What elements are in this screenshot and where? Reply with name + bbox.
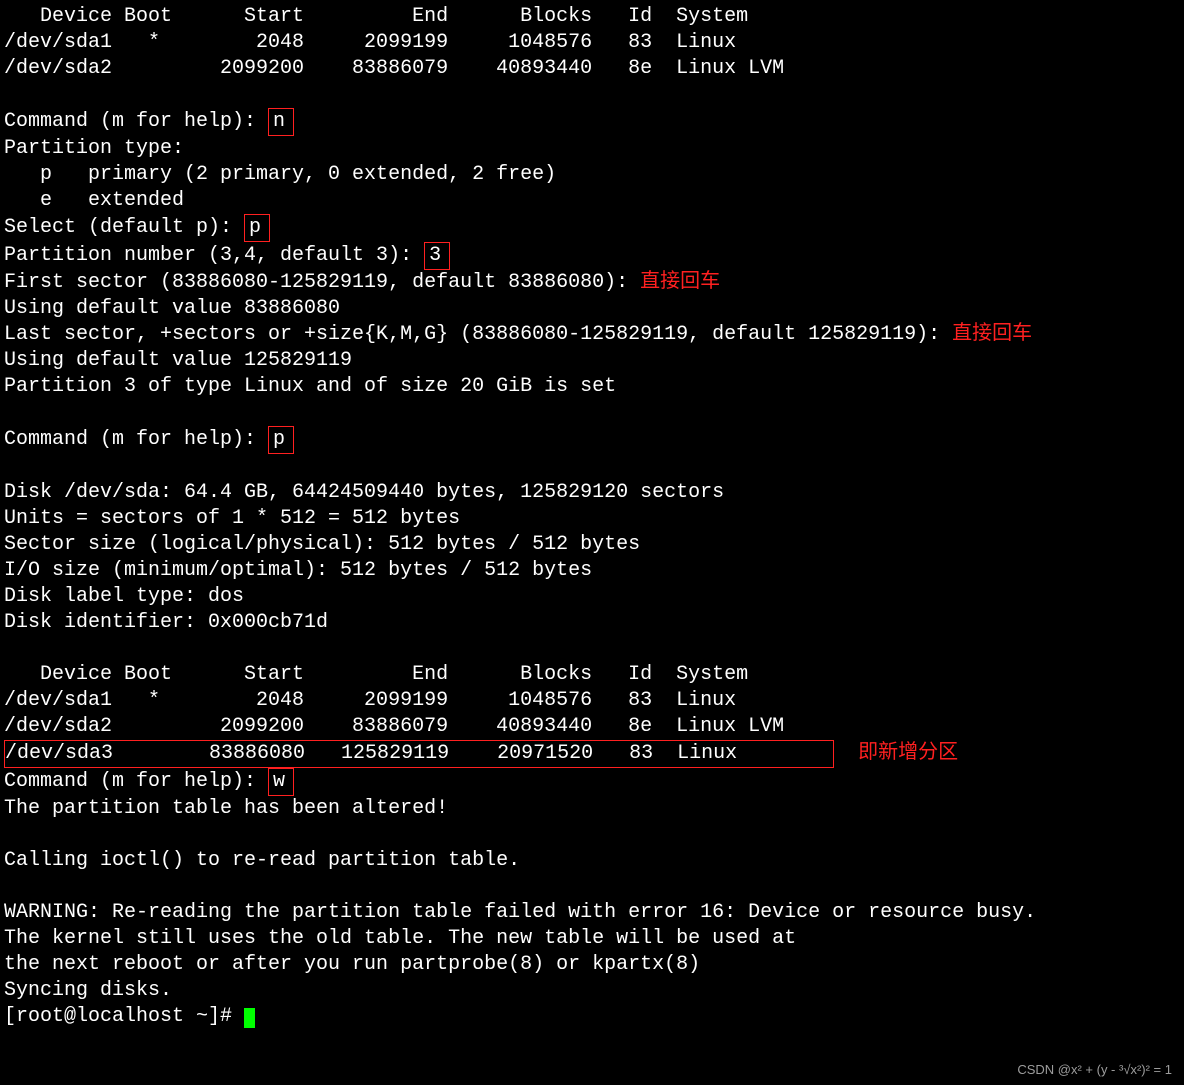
terminal-output[interactable]: Device Boot Start End Blocks Id System /… [0,0,1184,1034]
disk-info: I/O size (minimum/optimal): 512 bytes / … [4,559,592,582]
warning-line: Syncing disks. [4,979,172,1002]
altered-message: The partition table has been altered! [4,797,448,820]
using-default: Using default value 125829119 [4,349,352,372]
new-partition-row-highlight: /dev/sda3 83886080 125829119 20971520 83… [4,740,834,768]
annotation-enter: 直接回车 [952,323,1032,346]
partition-table-row: /dev/sda2 2099200 83886079 40893440 8e L… [4,57,784,80]
warning-line: The kernel still uses the old table. The… [4,927,796,950]
partition-table-row: /dev/sda3 83886080 125829119 20971520 83… [5,742,833,765]
disk-info: Units = sectors of 1 * 512 = 512 bytes [4,507,460,530]
first-sector-prompt: First sector (83886080-125829119, defaul… [4,271,640,294]
partition-type-header: Partition type: [4,137,184,160]
warning-line: the next reboot or after you run partpro… [4,953,700,976]
partition-number-prompt: Partition number (3,4, default 3): [4,244,424,267]
ioctl-message: Calling ioctl() to re-read partition tab… [4,849,520,872]
warning-line: WARNING: Re-reading the partition table … [4,901,1036,924]
shell-prompt[interactable]: [root@localhost ~]# [4,1005,244,1028]
partition-table-header: Device Boot Start End Blocks Id System [4,5,748,28]
user-input-n: n [268,108,294,136]
partition-set: Partition 3 of type Linux and of size 20… [4,375,616,398]
disk-info: Disk label type: dos [4,585,244,608]
disk-info: Sector size (logical/physical): 512 byte… [4,533,640,556]
partition-type-option: e extended [4,189,184,212]
partition-table-header: Device Boot Start End Blocks Id System [4,663,748,686]
disk-info: Disk /dev/sda: 64.4 GB, 64424509440 byte… [4,481,724,504]
user-input-3: 3 [424,242,450,270]
partition-table-row: /dev/sda1 * 2048 2099199 1048576 83 Linu… [4,689,736,712]
user-input-p: p [244,214,270,242]
annotation-new-partition: 即新增分区 [858,742,958,765]
fdisk-prompt: Command (m for help): [4,770,268,793]
partition-type-option: p primary (2 primary, 0 extended, 2 free… [4,163,556,186]
user-input-p: p [268,426,294,454]
fdisk-prompt: Command (m for help): [4,428,268,451]
disk-info: Disk identifier: 0x000cb71d [4,611,328,634]
watermark: CSDN @x² + (y - ³√x²)² = 1 [1017,1062,1172,1077]
select-prompt: Select (default p): [4,216,244,239]
fdisk-prompt: Command (m for help): [4,110,268,133]
annotation-enter: 直接回车 [640,271,720,294]
user-input-w: w [268,768,294,796]
cursor-block [244,1008,255,1028]
using-default: Using default value 83886080 [4,297,340,320]
last-sector-prompt: Last sector, +sectors or +size{K,M,G} (8… [4,323,952,346]
partition-table-row: /dev/sda1 * 2048 2099199 1048576 83 Linu… [4,31,736,54]
partition-table-row: /dev/sda2 2099200 83886079 40893440 8e L… [4,715,784,738]
